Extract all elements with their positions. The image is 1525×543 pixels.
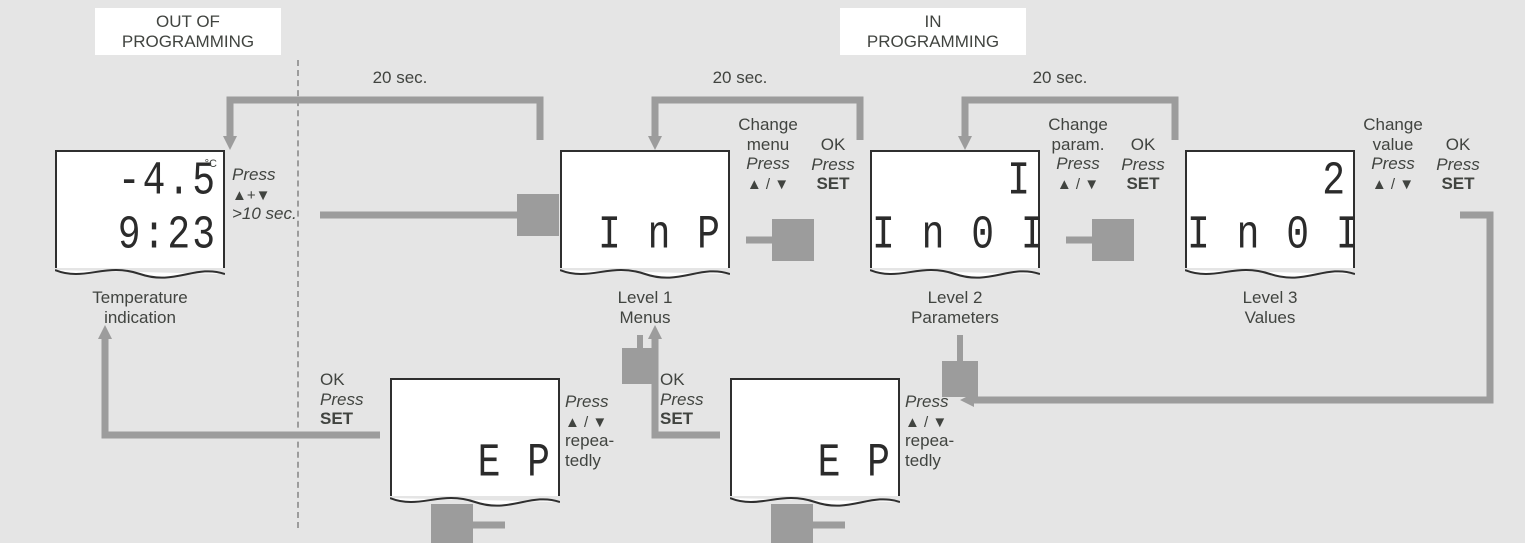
timeout-1: 20 sec.: [360, 68, 440, 88]
display-temperature: -4.5 °C 9:23 Temperatureindication: [55, 150, 225, 327]
up-down-combo-icon: ▲+▼: [232, 187, 270, 204]
display-menus: I n P Level 1Menus: [560, 150, 730, 327]
mode-divider: [297, 60, 299, 528]
up-down-icon: ▲ / ▼: [905, 414, 947, 431]
display-ep1: E P: [390, 378, 560, 510]
timeout-2: 20 sec.: [700, 68, 780, 88]
caption-parameters: Level 2Parameters: [870, 288, 1040, 327]
timeout-3: 20 sec.: [1020, 68, 1100, 88]
up-down-icon: ▲ / ▼: [747, 176, 789, 193]
label-change-menu: Changemenu Press ▲ / ▼: [733, 115, 803, 193]
label-change-value: Changevalue Press ▲ / ▼: [1358, 115, 1428, 193]
display-ep2: E P: [730, 378, 900, 510]
display-base: [55, 268, 225, 282]
seg-temp-bot: 9:23: [118, 209, 217, 263]
label-ep1-scroll: Press ▲ / ▼ repea-tedly: [565, 392, 625, 470]
label-ep2-scroll: Press ▲ / ▼ repea-tedly: [905, 392, 965, 470]
seg-values-bot: I n 0 I: [1187, 209, 1361, 263]
label-ok-value: OK Press SET: [1433, 135, 1483, 194]
header-in: INPROGRAMMING: [840, 8, 1026, 55]
up-down-icon: ▲ / ▼: [1372, 176, 1414, 193]
display-values: 2 I n 0 I Level 3Values: [1185, 150, 1355, 327]
unit-celsius: °C: [205, 158, 217, 170]
caption-menus: Level 1Menus: [560, 288, 730, 327]
label-change-param: Changeparam. Press ▲ / ▼: [1043, 115, 1113, 193]
seg-params-top: I: [1007, 155, 1032, 209]
caption-temperature: Temperatureindication: [55, 288, 225, 327]
up-down-icon: ▲ / ▼: [565, 414, 607, 431]
up-down-icon: ▲ / ▼: [1057, 176, 1099, 193]
seg-params-bot: I n 0 I: [872, 209, 1046, 263]
label-ep2-ok: OK Press SET: [660, 370, 715, 429]
label-enter-programming: Press ▲+▼ >10 sec.: [232, 165, 302, 224]
label-ep1-ok: OK Press SET: [320, 370, 375, 429]
header-out: OUT OFPROGRAMMING: [95, 8, 281, 55]
seg-ep1-bot: E P: [478, 437, 552, 491]
programming-flow-diagram: OUT OFPROGRAMMING INPROGRAMMING 20 sec. …: [0, 0, 1525, 543]
seg-ep2-bot: E P: [818, 437, 892, 491]
label-ok-menu: OK Press SET: [808, 135, 858, 194]
caption-values: Level 3Values: [1185, 288, 1355, 327]
seg-menus-bot: I n P: [598, 209, 722, 263]
display-parameters: I I n 0 I Level 2Parameters: [870, 150, 1040, 327]
seg-temp-top: -4.5: [118, 155, 217, 209]
seg-values-top: 2: [1322, 155, 1347, 209]
label-ok-param: OK Press SET: [1118, 135, 1168, 194]
